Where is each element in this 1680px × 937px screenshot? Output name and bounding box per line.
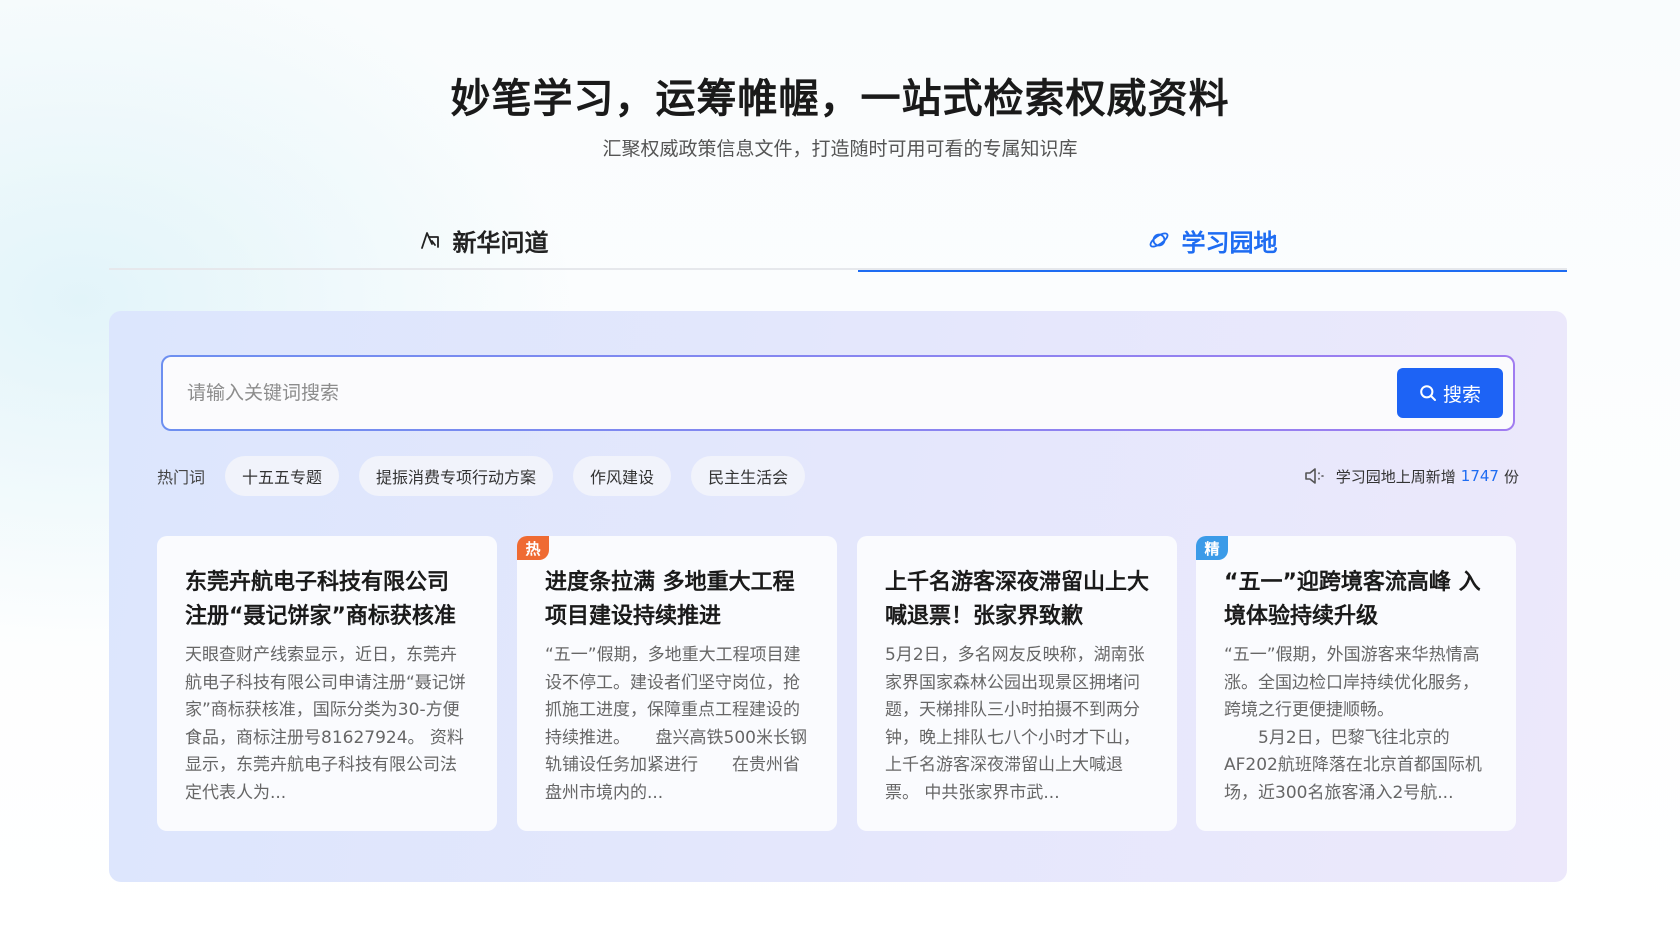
search-input[interactable] bbox=[187, 357, 1287, 429]
hot-word-chip[interactable]: 作风建设 bbox=[573, 456, 672, 496]
hot-tag: 热 bbox=[517, 536, 549, 560]
tab-bar: 新华问道 学习园地 bbox=[109, 210, 1567, 272]
card-title: 上千名游客深夜滞留山上大喊退票！张家界致歉 bbox=[885, 570, 1149, 629]
card-title: “五一”迎跨境客流高峰 入境体验持续升级 bbox=[1224, 570, 1481, 629]
news-card[interactable]: 热 进度条拉满 多地重大工程项目建设持续推进 “五一”假期，多地重大工程项目建设… bbox=[517, 536, 837, 831]
search-bar-inner: 搜索 bbox=[163, 357, 1513, 429]
card-summary: 天眼查财产线索显示，近日，东莞卉航电子科技有限公司申请注册“聂记饼家”商标获核准… bbox=[185, 645, 466, 803]
card-summary: “五一”假期，多地重大工程项目建设不停工。建设者们坚守岗位，抢抓施工进度，保障重… bbox=[545, 645, 807, 803]
chat-icon bbox=[419, 229, 441, 251]
card-title: 东莞卉航电子科技有限公司注册“聂记饼家”商标获核准 bbox=[185, 570, 456, 629]
card-summary: 5月2日，多名网友反映称，湖南张家界国家森林公园出现景区拥堵问题，天梯排队三小时… bbox=[885, 645, 1145, 803]
stat-suffix: 份 bbox=[1503, 467, 1519, 486]
card-summary: “五一”假期，外国游客来华热情高涨。全国边检口岸持续优化服务，跨境之行更便捷顺畅… bbox=[1224, 645, 1482, 803]
featured-tag: 精 bbox=[1196, 536, 1228, 560]
tab-xuexi-yuandi[interactable]: 学习园地 bbox=[858, 210, 1567, 272]
hot-words-row: 热门词 十五五专题 提振消费专项行动方案 作风建设 民主生活会 学习园地上周新增… bbox=[157, 455, 1519, 497]
tab-label: 新华问道 bbox=[452, 228, 549, 257]
tab-label: 学习园地 bbox=[1181, 228, 1278, 257]
search-icon bbox=[1419, 384, 1437, 402]
stat-count: 1747 bbox=[1460, 467, 1499, 485]
page-subtitle: 汇聚权威政策信息文件，打造随时可用可看的专属知识库 bbox=[602, 138, 1078, 160]
news-card[interactable]: 东莞卉航电子科技有限公司注册“聂记饼家”商标获核准 天眼查财产线索显示，近日，东… bbox=[157, 536, 497, 831]
hot-word-chip[interactable]: 十五五专题 bbox=[225, 456, 340, 496]
learning-panel: 搜索 热门词 十五五专题 提振消费专项行动方案 作风建设 民主生活会 学习园地上… bbox=[109, 311, 1567, 882]
news-card[interactable]: 上千名游客深夜滞留山上大喊退票！张家界致歉 5月2日，多名网友反映称，湖南张家界… bbox=[857, 536, 1177, 831]
hot-word-chip[interactable]: 民主生活会 bbox=[691, 456, 806, 496]
news-card[interactable]: 精 “五一”迎跨境客流高峰 入境体验持续升级 “五一”假期，外国游客来华热情高涨… bbox=[1196, 536, 1516, 831]
hot-word-chip[interactable]: 提振消费专项行动方案 bbox=[359, 456, 554, 496]
search-bar: 搜索 bbox=[161, 355, 1515, 431]
search-button[interactable]: 搜索 bbox=[1397, 368, 1503, 418]
card-title: 进度条拉满 多地重大工程项目建设持续推进 bbox=[545, 570, 795, 629]
search-button-label: 搜索 bbox=[1442, 383, 1481, 406]
speaker-icon bbox=[1304, 467, 1326, 485]
page-title: 妙笔学习，运筹帷幄，一站式检索权威资料 bbox=[450, 76, 1230, 122]
weekly-new-stat: 学习园地上周新增 1747 份 bbox=[1304, 466, 1519, 487]
planet-icon bbox=[1148, 229, 1170, 251]
hot-words-label: 热门词 bbox=[157, 468, 206, 487]
stat-prefix: 学习园地上周新增 bbox=[1335, 467, 1456, 486]
tab-xinhua-wendao[interactable]: 新华问道 bbox=[109, 210, 858, 270]
